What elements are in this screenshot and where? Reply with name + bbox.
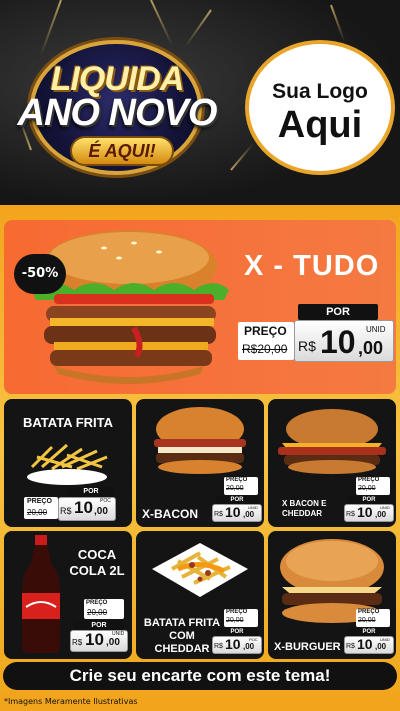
price-currency: R$ bbox=[214, 643, 223, 650]
badge-pill: É AQUI! bbox=[70, 136, 174, 166]
logo-text-line1: Sua Logo bbox=[272, 80, 368, 103]
price-currency: R$ bbox=[298, 338, 316, 354]
product-title: X-BURGUER bbox=[274, 641, 341, 653]
price-old-value: 20,00 bbox=[87, 608, 108, 617]
price-value: 10 bbox=[225, 636, 241, 652]
price-currency: R$ bbox=[214, 511, 223, 518]
logo-placeholder[interactable]: Sua Logo Aqui bbox=[245, 40, 395, 175]
price-preco-label: PREÇO bbox=[27, 498, 52, 505]
price-unit: UNID bbox=[380, 637, 390, 642]
price-cents: ,00 bbox=[358, 338, 384, 358]
fries-illustration-icon bbox=[27, 443, 108, 485]
price-unit: UNID bbox=[366, 325, 386, 334]
product-title: COCA COLA 2L bbox=[69, 547, 125, 578]
price-currency: R$ bbox=[60, 506, 72, 516]
product-card-x-bacon-cheddar[interactable]: X BACON E CHEDDAR PREÇO 20,00 POR R$ 10 … bbox=[268, 399, 396, 527]
price-cents: ,00 bbox=[375, 510, 387, 519]
price-value: 10 bbox=[357, 636, 373, 652]
burger-illustration-icon bbox=[32, 230, 229, 384]
product-card-x-burguer[interactable]: X-BURGUER PREÇO 20,00 POR R$ 10 ,00 UNID bbox=[268, 531, 396, 659]
price-tag: PREÇO 20,00 POR R$ 10 ,00 UNID bbox=[70, 599, 130, 655]
price-cents: ,00 bbox=[375, 642, 387, 651]
price-old-value: 20,00 bbox=[358, 485, 376, 492]
price-cents: ,00 bbox=[94, 506, 108, 517]
price-currency: R$ bbox=[72, 638, 83, 647]
main-area: -50% X - TUDO POR PREÇO R$20,00 R$ 10 ,0… bbox=[0, 205, 400, 691]
product-title: X BACON E CHEDDAR bbox=[282, 499, 327, 518]
price-currency: R$ bbox=[346, 511, 355, 518]
price-tag: POR PREÇO 20,00 R$ 10 ,00 POC bbox=[24, 487, 128, 523]
price-preco-label: PREÇO bbox=[86, 600, 108, 606]
price-por-label: POR bbox=[216, 496, 258, 504]
price-old-value: 20,00 bbox=[226, 485, 244, 492]
badge-title-line2: ANO NOVO bbox=[17, 92, 218, 134]
price-value: 10 bbox=[320, 324, 356, 360]
price-preco-label: PREÇO bbox=[358, 609, 380, 615]
cta-banner[interactable]: Crie seu encarte com este tema! bbox=[3, 662, 397, 690]
price-old-value: 20,00 bbox=[358, 617, 376, 624]
price-old-value: 20,00 bbox=[27, 508, 48, 517]
price-tag: PREÇO 20,00 POR R$ 10 ,00 UNID bbox=[344, 609, 396, 655]
hero-card[interactable]: -50% X - TUDO POR PREÇO R$20,00 R$ 10 ,0… bbox=[4, 220, 396, 394]
price-old-value: 20,00 bbox=[226, 617, 244, 624]
price-tag: PREÇO 20,00 POR R$ 10 ,00 POC bbox=[212, 609, 264, 655]
price-unit: UNID bbox=[380, 505, 390, 510]
cheese-fries-illustration-icon bbox=[152, 543, 248, 597]
discount-badge: -50% bbox=[14, 254, 66, 294]
burger-illustration-icon bbox=[154, 407, 246, 474]
price-value: 10 bbox=[225, 504, 241, 520]
price-preco-label: PREÇO bbox=[226, 609, 248, 615]
hero-product-title: X - TUDO bbox=[244, 250, 380, 282]
product-title: BATATA FRITA bbox=[22, 415, 113, 430]
firework-spark bbox=[330, 4, 346, 43]
price-por-label: POR bbox=[348, 496, 390, 504]
price-cents: ,00 bbox=[106, 637, 120, 648]
product-title: BATATA FRITA COM CHEDDAR bbox=[143, 617, 221, 655]
price-por-label: POR bbox=[74, 621, 124, 630]
price-tag: PREÇO 20,00 POR R$ 10 ,00 UNID bbox=[212, 477, 264, 523]
price-preco-label: PREÇO bbox=[358, 477, 380, 483]
price-cents: ,00 bbox=[243, 510, 255, 519]
price-value: 10 bbox=[357, 504, 373, 520]
product-title: X-BACON bbox=[142, 507, 198, 521]
price-por-label: POR bbox=[348, 628, 390, 636]
price-unit: UNID bbox=[248, 505, 258, 510]
logo-text-line2: Aqui bbox=[277, 104, 363, 146]
price-por-label: POR bbox=[68, 487, 114, 497]
burger-illustration-icon bbox=[278, 409, 386, 474]
price-tag: PREÇO 20,00 POR R$ 10 ,00 UNID bbox=[344, 477, 396, 523]
product-card-x-bacon[interactable]: X-BACON PREÇO 20,00 POR R$ 10 ,00 UNID bbox=[136, 399, 264, 527]
product-card-batata-cheddar[interactable]: BATATA FRITA COM CHEDDAR PREÇO 20,00 POR… bbox=[136, 531, 264, 659]
price-unit: POC bbox=[100, 498, 111, 504]
price-value: 10 bbox=[85, 630, 104, 649]
price-unit: UNID bbox=[112, 631, 125, 637]
price-old-value: R$20,00 bbox=[242, 342, 288, 356]
promo-badge: LIQUIDA ANO NOVO É AQUI! bbox=[12, 30, 222, 180]
disclaimer-text: *Imagens Meramente Ilustrativas bbox=[4, 697, 138, 706]
price-preco-label: PREÇO bbox=[226, 477, 248, 483]
header: LIQUIDA ANO NOVO É AQUI! Sua Logo Aqui bbox=[0, 0, 400, 205]
price-por-label: POR bbox=[298, 304, 378, 320]
soda-bottle-illustration-icon bbox=[22, 535, 60, 653]
price-preco-label: PREÇO bbox=[244, 324, 287, 338]
price-unit: POC bbox=[249, 637, 258, 642]
price-tag: POR PREÇO R$20,00 R$ 10 ,00 UNID bbox=[238, 304, 396, 374]
price-cents: ,00 bbox=[243, 642, 255, 651]
product-card-coca-cola[interactable]: COCA COLA 2L PREÇO 20,00 POR R$ 10 ,00 U… bbox=[4, 531, 132, 659]
price-por-label: POR bbox=[216, 628, 258, 636]
product-card-batata-frita[interactable]: BATATA FRITA POR PREÇO 20,00 R$ 10 ,00 P… bbox=[4, 399, 132, 527]
price-currency: R$ bbox=[346, 643, 355, 650]
price-value: 10 bbox=[74, 498, 93, 517]
